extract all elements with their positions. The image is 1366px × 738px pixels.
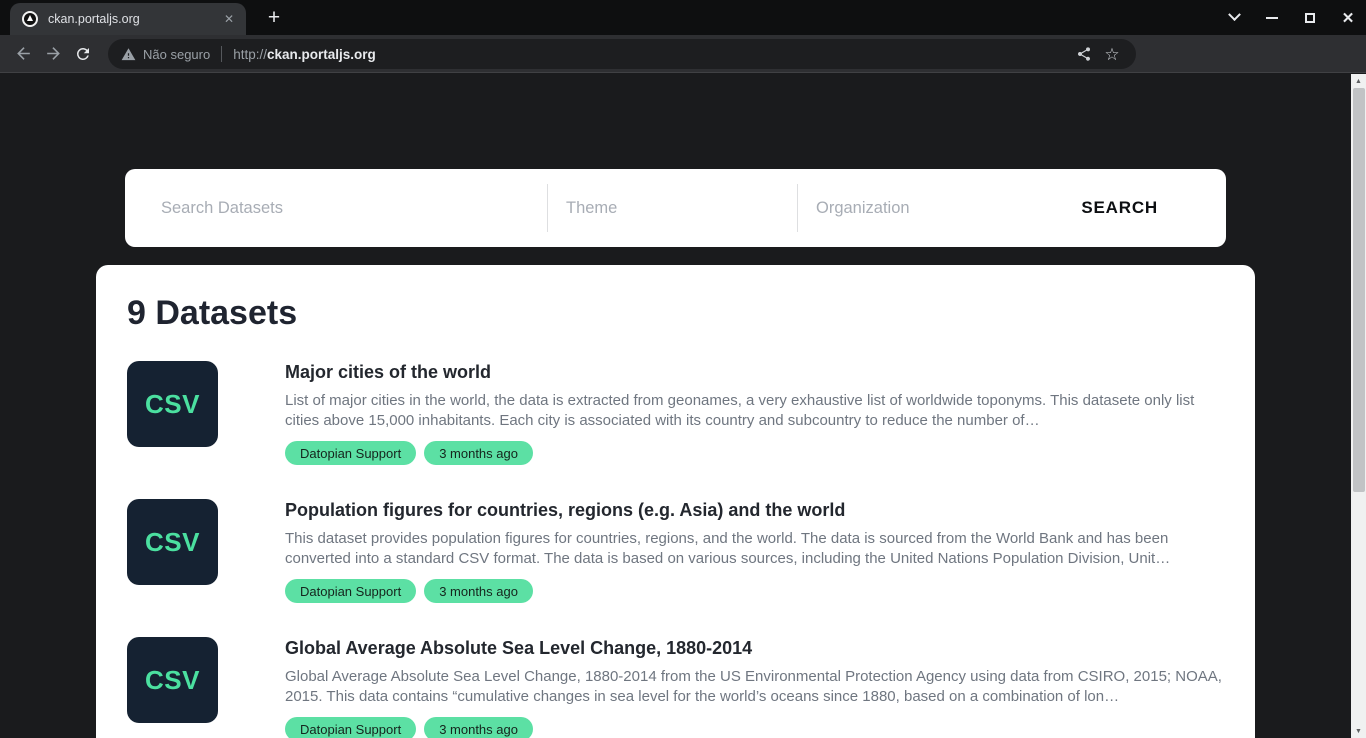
- badge[interactable]: Datopian Support: [285, 441, 416, 465]
- security-label[interactable]: Não seguro: [143, 47, 210, 62]
- format-badge[interactable]: CSV: [127, 361, 218, 447]
- badge[interactable]: Datopian Support: [285, 717, 416, 738]
- dataset-list-item[interactable]: CSV Population figures for countries, re…: [127, 499, 1224, 603]
- tab-search-chevron-icon[interactable]: [1222, 6, 1246, 30]
- restore-button[interactable]: [1298, 6, 1322, 30]
- dataset-title[interactable]: Global Average Absolute Sea Level Change…: [285, 637, 1222, 660]
- forward-button[interactable]: [38, 39, 68, 69]
- badge[interactable]: 3 months ago: [424, 717, 533, 738]
- share-icon[interactable]: [1070, 40, 1098, 68]
- url-separator: [221, 46, 222, 62]
- scroll-down-arrow-icon[interactable]: ▼: [1351, 724, 1366, 738]
- browser-tab[interactable]: ckan.portaljs.org ✕: [10, 3, 246, 35]
- dataset-title[interactable]: Population figures for countries, region…: [285, 499, 1222, 522]
- site-favicon-icon: [22, 11, 38, 27]
- badge-row: Datopian Support 3 months ago: [285, 441, 1222, 465]
- window-controls: ✕: [1222, 0, 1360, 35]
- dataset-content: Population figures for countries, region…: [285, 499, 1222, 603]
- badge[interactable]: 3 months ago: [424, 441, 533, 465]
- window-close-button[interactable]: ✕: [1336, 6, 1360, 30]
- url-host: ckan.portaljs.org: [267, 47, 376, 62]
- results-heading: 9 Datasets: [127, 293, 1224, 333]
- scrollbar-thumb[interactable]: [1353, 88, 1365, 492]
- tab-strip: ckan.portaljs.org ✕ + ✕: [0, 0, 1366, 35]
- page-content: SEARCH 9 Datasets CSV Major cities of th…: [0, 74, 1366, 738]
- dataset-search-input[interactable]: [161, 199, 547, 218]
- new-tab-button[interactable]: +: [260, 4, 288, 32]
- dataset-description: List of major cities in the world, the d…: [285, 391, 1222, 431]
- dataset-list-item[interactable]: CSV Global Average Absolute Sea Level Ch…: [127, 637, 1224, 738]
- address-bar[interactable]: Não seguro http://ckan.portaljs.org ☆: [108, 39, 1136, 69]
- badge-row: Datopian Support 3 months ago: [285, 579, 1222, 603]
- dataset-search-field[interactable]: [125, 169, 547, 247]
- dataset-content: Major cities of the world List of major …: [285, 361, 1222, 465]
- minimize-button[interactable]: [1260, 6, 1284, 30]
- search-card: SEARCH: [125, 169, 1226, 247]
- back-button[interactable]: [8, 39, 38, 69]
- dataset-list: CSV Major cities of the world List of ma…: [127, 361, 1224, 738]
- search-button[interactable]: SEARCH: [1081, 198, 1158, 218]
- bookmark-star-icon[interactable]: ☆: [1098, 40, 1126, 68]
- dataset-list-item[interactable]: CSV Major cities of the world List of ma…: [127, 361, 1224, 465]
- theme-field[interactable]: [548, 169, 797, 247]
- format-badge[interactable]: CSV: [127, 637, 218, 723]
- badge[interactable]: Datopian Support: [285, 579, 416, 603]
- not-secure-warning-icon[interactable]: [121, 47, 136, 62]
- organization-input[interactable]: [816, 199, 1028, 218]
- dataset-description: This dataset provides population figures…: [285, 529, 1222, 569]
- results-panel: 9 Datasets CSV Major cities of the world…: [96, 265, 1255, 738]
- tab-close-icon[interactable]: ✕: [220, 10, 238, 28]
- reload-button[interactable]: [68, 39, 98, 69]
- dataset-content: Global Average Absolute Sea Level Change…: [285, 637, 1222, 738]
- format-badge[interactable]: CSV: [127, 499, 218, 585]
- theme-input[interactable]: [566, 199, 797, 218]
- browser-toolbar: Não seguro http://ckan.portaljs.org ☆ C: [0, 35, 1366, 73]
- dataset-description: Global Average Absolute Sea Level Change…: [285, 667, 1222, 707]
- dataset-title[interactable]: Major cities of the world: [285, 361, 1222, 384]
- badge-row: Datopian Support 3 months ago: [285, 717, 1222, 738]
- badge[interactable]: 3 months ago: [424, 579, 533, 603]
- browser-window: ckan.portaljs.org ✕ + ✕ Não seguro http:…: [0, 0, 1366, 738]
- url-text[interactable]: http://ckan.portaljs.org: [233, 47, 376, 62]
- tab-title: ckan.portaljs.org: [48, 12, 220, 26]
- url-protocol: http://: [233, 47, 267, 62]
- scroll-up-arrow-icon[interactable]: ▲: [1351, 74, 1366, 88]
- organization-field[interactable]: [798, 169, 1028, 247]
- page-scrollbar[interactable]: ▲ ▼: [1351, 74, 1366, 738]
